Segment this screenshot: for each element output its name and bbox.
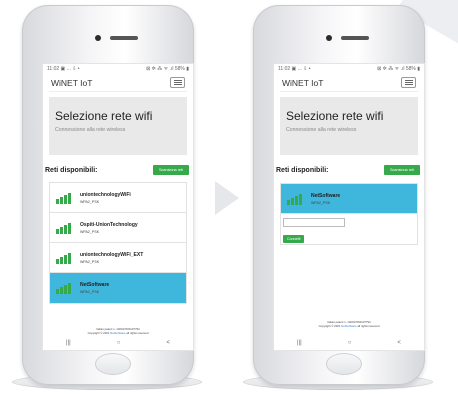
back-icon[interactable]: < [397,340,401,346]
phone-left: 11:02 ▣ ... ⇩ • ⊠ ✲ ⁂ ᯤ .ıl 58% ▮ WiNET … [12,5,202,390]
network-list: uniontechnologyWiFi WPA2_PSK Ospiti-Unio… [49,182,187,304]
scan-networks-button[interactable]: Scansiona reti [383,165,420,175]
wifi-signal-icon [56,222,74,234]
network-name: uniontechnologyWiFi [80,191,131,198]
wifi-signal-icon [287,193,305,205]
network-security: WPA2_PSK [80,259,100,264]
status-time: 11:02 ▣ ... ⇩ • [47,66,80,72]
page-title: Selezione rete wifi [286,109,384,123]
screen: 11:02 ▣ ... ⇩ • ⊠ ✲ ⁂ ᯤ .ıl 58% ▮ WiNET … [273,63,425,351]
recents-icon[interactable]: ||| [297,340,302,346]
networks-header: Reti disponibili: Scansiona reti [45,165,189,175]
status-indicators: ⊠ ✲ ⁂ ᯤ .ıl 58% ▮ [146,66,189,72]
arrow-right-icon [215,181,239,215]
footer: Italian patent n. 102017000107794 Copyri… [43,327,193,335]
wifi-signal-icon [56,282,74,294]
network-security: WPA2_PSK [80,199,100,204]
speaker-icon [110,36,138,40]
brand-title[interactable]: WiNET IoT [51,78,92,88]
home-button[interactable] [95,353,131,375]
company-link[interactable]: NetSoftware [110,331,125,335]
phone-right: 11:02 ▣ ... ⇩ • ⊠ ✲ ⁂ ᯤ .ıl 58% ▮ WiNET … [243,5,433,390]
camera-icon [95,35,101,41]
footer: Italian patent n. 102017000107794 Copyri… [274,320,424,328]
page-subtitle: Connessione alla rete wireless [55,127,126,133]
network-name: NetSoftware [311,192,341,199]
network-item-selected[interactable]: NetSoftware WPA2_PSK [281,184,417,214]
recents-icon[interactable]: ||| [66,340,71,346]
status-indicators: ⊠ ✲ ⁂ ᯤ .ıl 58% ▮ [377,66,420,72]
navbar: WiNET IoT [280,74,418,92]
status-time: 11:02 ▣ ... ⇩ • [278,66,311,72]
system-nav-bar: ||| ○ < [274,336,424,350]
network-item[interactable]: uniontechnologyWiFi WPA2_PSK [50,183,186,213]
network-item[interactable]: Ospiti-UnionTechnology WPA2_PSK [50,213,186,243]
jumbotron: Selezione rete wifi Connessione alla ret… [49,97,187,155]
connect-button[interactable]: Connetti [283,235,305,243]
page-title: Selezione rete wifi [55,109,153,123]
copyright-text: Copyright © 2021 NetSoftware all rights … [318,324,380,328]
network-security: WPA2_PSK [311,200,331,205]
company-link[interactable]: NetSoftware [341,324,356,328]
copyright-text: Copyright © 2021 NetSoftware all rights … [87,331,149,335]
hamburger-menu-icon[interactable] [401,77,416,88]
brand-title[interactable]: WiNET IoT [282,78,323,88]
navbar: WiNET IoT [49,74,187,92]
network-name: NetSoftware [80,282,110,288]
selected-network-panel: NetSoftware WPA2_PSK Connetti [280,183,418,245]
network-name: Ospiti-UnionTechnology [80,221,138,228]
scan-networks-button[interactable]: Scansiona reti [152,165,189,175]
networks-header: Reti disponibili: Scansiona reti [276,165,420,175]
screen: 11:02 ▣ ... ⇩ • ⊠ ✲ ⁂ ᯤ .ıl 58% ▮ WiNET … [42,63,194,351]
home-icon[interactable]: ○ [117,340,121,346]
network-item-selected[interactable]: NetSoftware WPA2_PSK [50,273,186,303]
status-bar: 11:02 ▣ ... ⇩ • ⊠ ✲ ⁂ ᯤ .ıl 58% ▮ [43,64,193,74]
network-name: uniontechnologyWiFi_EXT [80,251,144,258]
password-input[interactable] [283,218,345,227]
networks-title: Reti disponibili: [45,166,98,174]
page-subtitle: Connessione alla rete wireless [286,127,357,133]
phone-body: 11:02 ▣ ... ⇩ • ⊠ ✲ ⁂ ᯤ .ıl 58% ▮ WiNET … [253,5,425,385]
phone-body: 11:02 ▣ ... ⇩ • ⊠ ✲ ⁂ ᯤ .ıl 58% ▮ WiNET … [22,5,194,385]
home-icon[interactable]: ○ [348,340,352,346]
home-button[interactable] [326,353,362,375]
networks-title: Reti disponibili: [276,166,329,174]
camera-icon [326,35,332,41]
network-security: WPA2_PSK [80,290,100,294]
system-nav-bar: ||| ○ < [43,336,193,350]
jumbotron: Selezione rete wifi Connessione alla ret… [280,97,418,155]
network-item[interactable]: uniontechnologyWiFi_EXT WPA2_PSK [50,243,186,273]
back-icon[interactable]: < [166,340,170,346]
wifi-signal-icon [56,192,74,204]
network-security: WPA2_PSK [80,229,100,234]
speaker-icon [341,36,369,40]
status-bar: 11:02 ▣ ... ⇩ • ⊠ ✲ ⁂ ᯤ .ıl 58% ▮ [274,64,424,74]
wifi-signal-icon [56,252,74,264]
hamburger-menu-icon[interactable] [170,77,185,88]
